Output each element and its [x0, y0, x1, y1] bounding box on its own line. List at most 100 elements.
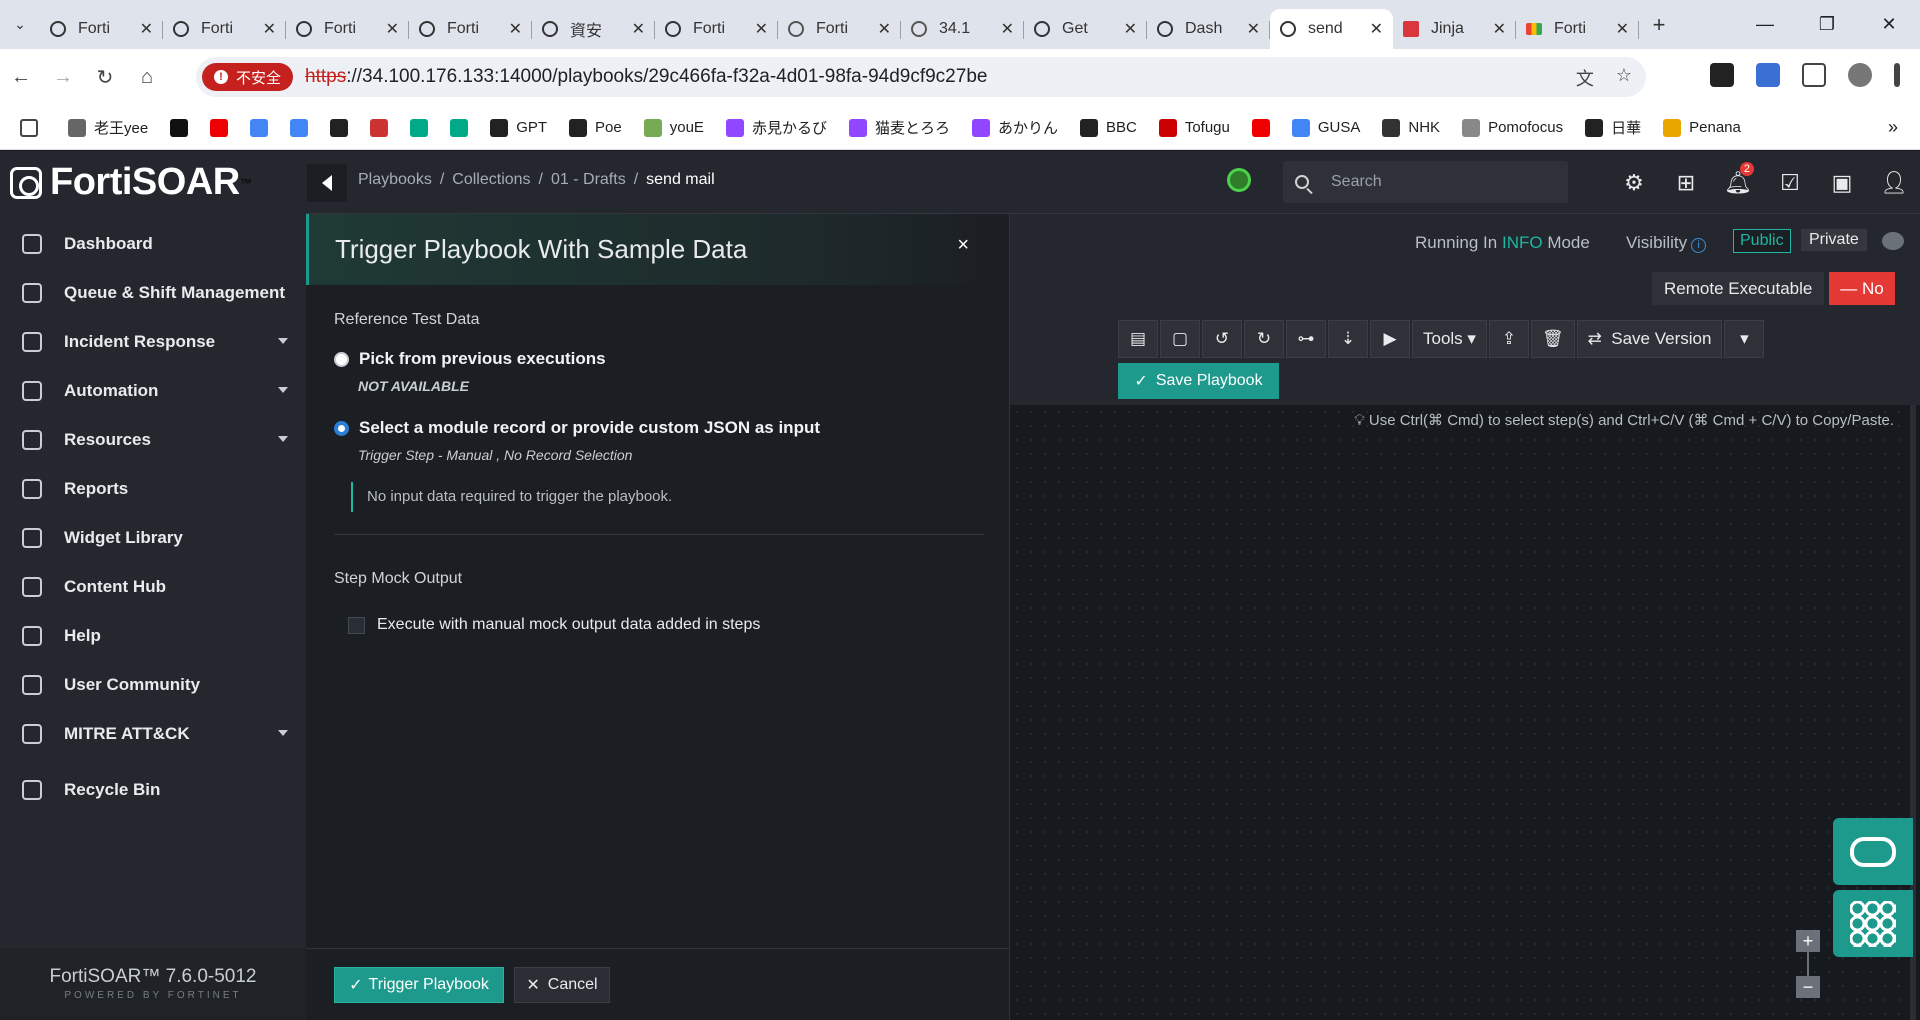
new-tab-button[interactable]: +	[1639, 12, 1679, 38]
info-icon[interactable]: i	[1691, 238, 1707, 253]
bookmark-item[interactable]: BBC	[1079, 117, 1137, 138]
collapse-sidebar-button[interactable]	[307, 164, 347, 202]
breadcrumb-drafts[interactable]: 01 - Drafts	[551, 171, 626, 189]
browser-tab[interactable]: Forti ✕	[163, 9, 286, 49]
close-tab-icon[interactable]: ✕	[878, 19, 891, 39]
close-tab-icon[interactable]: ✕	[386, 19, 399, 39]
mock-output-checkbox[interactable]: Execute with manual mock output data add…	[348, 616, 760, 634]
back-icon[interactable]: ←	[0, 66, 42, 89]
app-grid-button[interactable]	[1833, 890, 1913, 957]
browser-tab[interactable]: Forti ✕	[286, 9, 409, 49]
breadcrumb-collections[interactable]: Collections	[452, 171, 530, 189]
public-toggle[interactable]: Public	[1733, 229, 1791, 253]
sidebar-item-recycle-bin[interactable]: Recycle Bin	[0, 760, 306, 820]
bookmark-item[interactable]: Pomofocus	[1462, 117, 1563, 138]
bookmark-item[interactable]	[170, 117, 196, 138]
bell-icon[interactable]: 🔔︎ 2	[1712, 161, 1764, 196]
close-tab-icon[interactable]: ✕	[263, 19, 276, 39]
close-tab-icon[interactable]: ✕	[1370, 19, 1383, 39]
zoom-out-button[interactable]: −	[1796, 976, 1820, 998]
bookmark-item[interactable]	[210, 117, 236, 138]
radio-custom-json[interactable]: Select a module record or provide custom…	[334, 418, 820, 438]
clipboard-check-icon[interactable]: ☑	[1764, 170, 1816, 196]
playbook-status-icon[interactable]	[1227, 168, 1251, 192]
bookmark-item[interactable]	[370, 117, 396, 138]
close-tab-icon[interactable]: ✕	[1493, 19, 1506, 39]
browser-tab[interactable]: Forti ✕	[409, 9, 532, 49]
omnibox[interactable]: ! 不安全 https://34.100.176.133:14000/playbo…	[196, 57, 1646, 97]
close-tab-icon[interactable]: ✕	[1616, 19, 1629, 39]
bookmark-item[interactable]: 猫麦とろろ	[848, 117, 950, 138]
sitemap-icon[interactable]: ⊞	[1660, 170, 1712, 196]
cancel-button[interactable]: ✕ Cancel	[514, 967, 610, 1003]
restore-icon[interactable]: ❐	[1796, 14, 1858, 35]
bookmark-item[interactable]	[290, 117, 316, 138]
bookmark-item[interactable]: 日華	[1585, 117, 1641, 138]
chevron-down-icon[interactable]	[278, 387, 288, 393]
chatbot-button[interactable]	[1833, 818, 1913, 885]
radio-previous-executions[interactable]: Pick from previous executions	[334, 349, 606, 369]
browser-tab[interactable]: Forti ✕	[655, 9, 778, 49]
private-toggle[interactable]: Private	[1801, 229, 1867, 251]
menu-kebab-icon[interactable]	[1894, 63, 1900, 87]
minimize-icon[interactable]: —	[1734, 14, 1796, 35]
close-tab-icon[interactable]: ✕	[1247, 19, 1260, 39]
bookmark-item[interactable]	[1251, 117, 1278, 138]
close-tab-icon[interactable]: ✕	[755, 19, 768, 39]
debug-icon[interactable]: ⇣	[1328, 320, 1368, 358]
browser-tab[interactable]: Forti ✕	[1516, 9, 1639, 49]
bookmark-item[interactable]: GUSA	[1291, 117, 1360, 138]
close-tab-icon[interactable]: ✕	[1001, 19, 1014, 39]
save-version-dropdown[interactable]: ▾	[1724, 320, 1765, 358]
extension-icon[interactable]	[1710, 63, 1734, 87]
browser-tab[interactable]: Forti ✕	[40, 9, 163, 49]
apps-icon[interactable]	[20, 118, 46, 137]
bookmark-item[interactable]: Penana	[1663, 117, 1741, 138]
align-icon[interactable]: ⊶	[1286, 320, 1326, 358]
checkbox-box[interactable]	[348, 616, 365, 634]
chevron-right-icon[interactable]: »	[1888, 117, 1898, 138]
radio-circle-selected[interactable]	[334, 420, 349, 436]
trigger-playbook-button[interactable]: ✓ Trigger Playbook	[334, 967, 504, 1003]
profile-avatar[interactable]	[1848, 63, 1872, 87]
bookmark-item[interactable]	[250, 117, 276, 138]
bookmark-item[interactable]	[330, 117, 356, 138]
chevron-down-icon[interactable]	[278, 436, 288, 442]
browser-tab[interactable]: Forti ✕	[778, 9, 901, 49]
zoom-in-button[interactable]: +	[1796, 930, 1820, 952]
reload-icon[interactable]: ↻	[84, 65, 126, 90]
bookmark-item[interactable]: 赤見かるび	[725, 117, 827, 138]
play-icon[interactable]: ▶	[1370, 320, 1410, 358]
sidebar-item-mitre-att-ck[interactable]: MITRE ATT&CK	[0, 704, 306, 764]
save-version-button[interactable]: ⇄ Save Version	[1576, 320, 1723, 358]
user-icon[interactable]: 👤︎	[1868, 170, 1920, 196]
browser-tab[interactable]: 資安 ✕	[532, 9, 655, 49]
playbook-canvas[interactable]: 💡︎ Use Ctrl(⌘ Cmd) to select step(s) and…	[1010, 405, 1920, 1020]
bookmark-item[interactable]: NHK	[1382, 117, 1440, 138]
bookmark-item[interactable]: あかりん	[971, 117, 1058, 138]
bookmark-item[interactable]	[450, 117, 476, 138]
trash-icon[interactable]: 🗑︎	[1530, 320, 1575, 358]
extension-icon[interactable]	[1756, 63, 1780, 87]
insecure-badge[interactable]: ! 不安全	[202, 63, 294, 91]
home-icon[interactable]: ⌂	[126, 66, 168, 89]
grid-icon[interactable]: ▤	[1118, 320, 1158, 358]
puzzle-icon[interactable]	[1802, 63, 1826, 87]
browser-tab[interactable]: send ✕	[1270, 8, 1393, 49]
fortisoar-logo[interactable]: FortiSOAR ™	[0, 151, 306, 214]
close-tab-icon[interactable]: ✕	[140, 19, 153, 39]
url-text[interactable]: https://34.100.176.133:14000/playbooks/2…	[305, 66, 987, 88]
browser-tab[interactable]: 34.1 ✕	[901, 9, 1024, 49]
close-tab-icon[interactable]: ✕	[632, 19, 645, 39]
zoom-slider[interactable]	[1807, 952, 1809, 976]
browser-tab[interactable]: Dash ✕	[1147, 9, 1270, 49]
dashboard-icon[interactable]: ▣	[1816, 170, 1868, 196]
redo-icon[interactable]: ↻	[1244, 320, 1284, 358]
bookmark-item[interactable]: 老王yee	[68, 117, 148, 138]
close-window-icon[interactable]: ✕	[1858, 14, 1920, 35]
browser-tab[interactable]: Jinja ✕	[1393, 9, 1516, 49]
save-playbook-button[interactable]: ✓ Save Playbook	[1118, 363, 1279, 399]
bookmark-item[interactable]: youE	[643, 117, 704, 138]
translate-icon[interactable]: 文	[1576, 65, 1594, 91]
close-icon[interactable]: ×	[957, 234, 969, 257]
